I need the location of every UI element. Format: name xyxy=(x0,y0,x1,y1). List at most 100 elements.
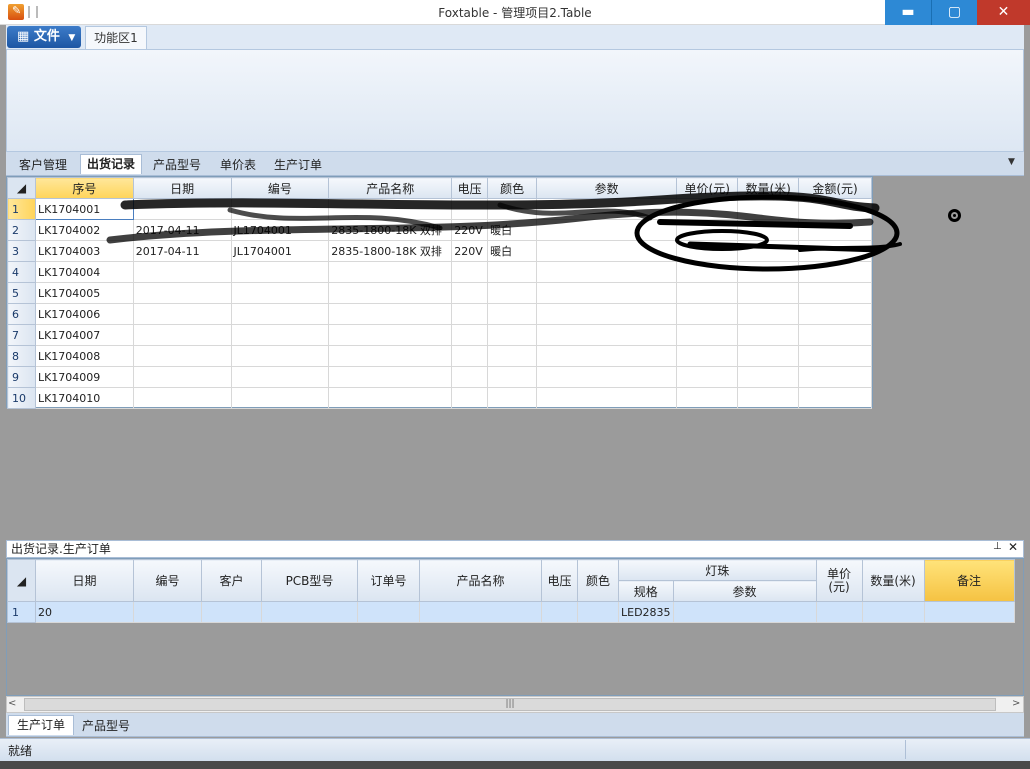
cell-product-name[interactable] xyxy=(328,366,453,388)
cell[interactable] xyxy=(672,601,817,623)
cell-quantity[interactable] xyxy=(737,240,800,262)
cell-unit-price[interactable] xyxy=(676,345,739,367)
cell[interactable] xyxy=(357,601,420,623)
cell-quantity[interactable] xyxy=(737,219,800,241)
col2-header-led-spec[interactable]: 规格 xyxy=(618,580,674,602)
cell-color[interactable]: 暖白 xyxy=(487,219,538,241)
row-header[interactable]: 10 xyxy=(7,387,36,409)
col2-header-led[interactable]: 灯珠 xyxy=(618,559,817,581)
file-menu-button[interactable]: ▦ 文件 ▼ xyxy=(7,26,81,48)
cell-date[interactable]: 2017-04-11 xyxy=(132,240,232,262)
cell-quantity[interactable] xyxy=(737,345,800,367)
cell[interactable] xyxy=(133,601,202,623)
cell-params[interactable] xyxy=(536,240,678,262)
close-window-button[interactable]: ✕ xyxy=(977,0,1030,25)
cell-quantity[interactable] xyxy=(737,261,800,283)
cell-date[interactable] xyxy=(132,282,232,304)
col2-header-product-name[interactable]: 产品名称 xyxy=(419,559,542,602)
cell-amount[interactable] xyxy=(798,198,872,220)
cell-quantity[interactable] xyxy=(737,387,800,409)
cell-product-name[interactable] xyxy=(328,324,453,346)
cell-amount[interactable] xyxy=(798,387,872,409)
cell-amount[interactable] xyxy=(798,219,872,241)
cell-serial[interactable]: LK1704006 xyxy=(34,303,134,325)
col-header-params[interactable]: 参数 xyxy=(536,177,678,199)
col2-header-order-no[interactable]: 订单号 xyxy=(357,559,420,602)
cell-params[interactable] xyxy=(536,282,678,304)
col-header-voltage[interactable]: 电压 xyxy=(451,177,489,199)
cell-product-name[interactable] xyxy=(328,387,453,409)
cell-color[interactable] xyxy=(487,198,538,220)
cell[interactable] xyxy=(541,601,578,623)
tab-production-orders[interactable]: 生产订单 xyxy=(268,156,328,176)
cell-date[interactable] xyxy=(132,324,232,346)
row-header[interactable]: 5 xyxy=(7,282,36,304)
cell[interactable] xyxy=(261,601,358,623)
col-header-product-name[interactable]: 产品名称 xyxy=(328,177,453,199)
table-row[interactable]: 4 LK1704004 xyxy=(7,261,872,283)
tab-list-dropdown-icon[interactable]: ▼ xyxy=(1008,157,1015,167)
cell-color[interactable] xyxy=(487,282,538,304)
cell-code[interactable] xyxy=(230,198,330,220)
col2-header-remark[interactable]: 备注 xyxy=(923,559,1015,602)
cell-code[interactable] xyxy=(230,324,330,346)
cell[interactable]: LED2835 xyxy=(618,601,674,623)
col2-header-unit-price[interactable]: 单价(元) xyxy=(815,559,863,602)
cell-product-name[interactable] xyxy=(328,345,453,367)
cell-color[interactable] xyxy=(487,261,538,283)
cell-voltage[interactable] xyxy=(451,345,489,367)
col-header-date[interactable]: 日期 xyxy=(132,177,232,199)
tab-shipment-records[interactable]: 出货记录 xyxy=(80,154,143,174)
cell-color[interactable]: 暖白 xyxy=(487,240,538,262)
cell-code[interactable] xyxy=(230,303,330,325)
cell[interactable] xyxy=(861,601,925,623)
bottom-tab-production-orders[interactable]: 生产订单 xyxy=(8,715,75,735)
cell-product-name[interactable]: 2835-1800-18K 双排 xyxy=(328,240,453,262)
cell-product-name[interactable]: 2835-1800-18K 双排 xyxy=(328,219,453,241)
tab-customer-management[interactable]: 客户管理 xyxy=(13,156,73,176)
row-header[interactable]: 2 xyxy=(7,219,36,241)
cell-code[interactable] xyxy=(230,261,330,283)
cell-voltage[interactable] xyxy=(451,387,489,409)
cell-amount[interactable] xyxy=(798,303,872,325)
cell-serial[interactable]: LK1704009 xyxy=(34,366,134,388)
cell-color[interactable] xyxy=(487,324,538,346)
cell-color[interactable] xyxy=(487,303,538,325)
col-header-unit-price[interactable]: 单价(元) xyxy=(676,177,739,199)
cell[interactable]: 20 xyxy=(35,601,134,623)
cell-params[interactable] xyxy=(536,324,678,346)
shipment-records-grid[interactable]: ◢ 序号 日期 编号 产品名称 电压 颜色 参数 单价(元) 数量(米) 金额(… xyxy=(6,176,873,409)
cell-unit-price[interactable] xyxy=(676,387,739,409)
cell-date[interactable] xyxy=(132,387,232,409)
grid-corner[interactable]: ◢ xyxy=(7,177,36,199)
cell-serial[interactable]: LK1704004 xyxy=(34,261,134,283)
cell[interactable] xyxy=(201,601,262,623)
cell-color[interactable] xyxy=(487,366,538,388)
row-header[interactable]: 4 xyxy=(7,261,36,283)
col-header-code[interactable]: 编号 xyxy=(230,177,330,199)
cell-amount[interactable] xyxy=(798,324,872,346)
row-header[interactable]: 9 xyxy=(7,366,36,388)
cell-serial[interactable]: LK1704002 xyxy=(34,219,134,241)
cell-amount[interactable] xyxy=(798,240,872,262)
table-row[interactable]: 1 LK1704001 xyxy=(7,198,872,220)
row-header[interactable]: 1 xyxy=(7,601,36,623)
cell-code[interactable]: JL1704001 xyxy=(230,219,330,241)
col2-header-pcb-model[interactable]: PCB型号 xyxy=(261,559,358,602)
cell-product-name[interactable] xyxy=(328,261,453,283)
row-header[interactable]: 6 xyxy=(7,303,36,325)
cell-unit-price[interactable] xyxy=(676,324,739,346)
cell[interactable] xyxy=(815,601,863,623)
cell-date[interactable] xyxy=(132,345,232,367)
cell-voltage[interactable] xyxy=(451,282,489,304)
cell-voltage[interactable] xyxy=(451,303,489,325)
cell-serial[interactable]: LK1704007 xyxy=(34,324,134,346)
cell-date[interactable]: 2017-04-11 xyxy=(132,219,232,241)
cell-params[interactable] xyxy=(536,366,678,388)
production-orders-grid[interactable]: ◢ 日期 编号 客户 PCB型号 订单号 产品名称 电压 颜色 灯珠 单价(元)… xyxy=(6,558,1024,696)
col-header-quantity[interactable]: 数量(米) xyxy=(737,177,800,199)
cell-voltage[interactable] xyxy=(451,324,489,346)
table-row[interactable]: 7 LK1704007 xyxy=(7,324,872,346)
cell-serial[interactable]: LK1704008 xyxy=(34,345,134,367)
cell-voltage[interactable] xyxy=(451,261,489,283)
